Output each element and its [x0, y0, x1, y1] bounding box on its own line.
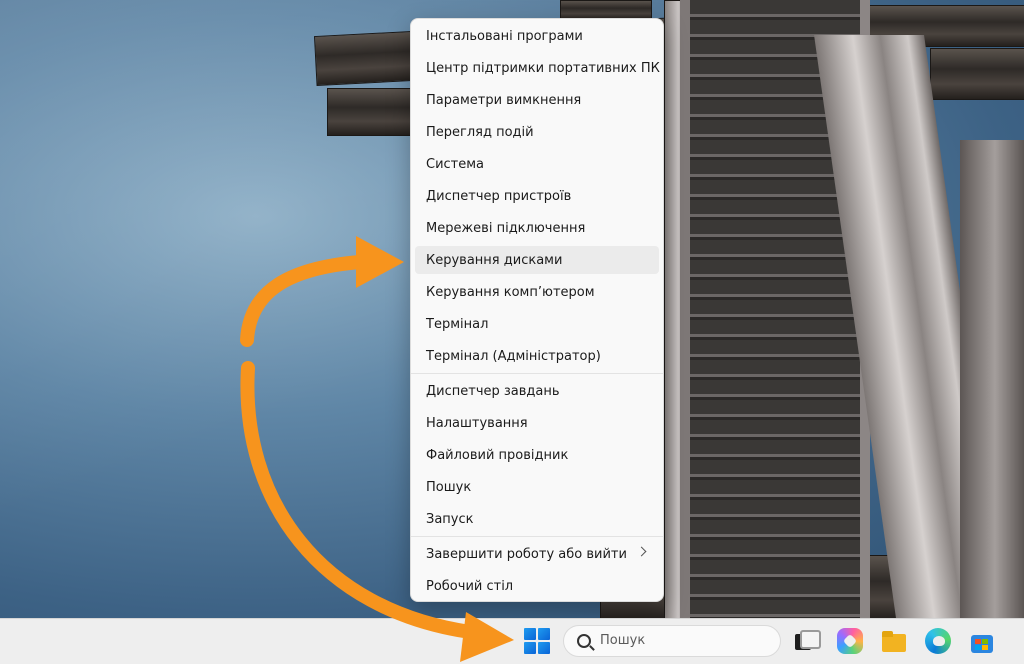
menu-item-event-viewer[interactable]: Перегляд подій: [415, 118, 659, 146]
menu-separator: [411, 373, 663, 374]
chevron-right-icon: [636, 546, 647, 557]
menu-item-terminal[interactable]: Термінал: [415, 310, 659, 338]
menu-item-network-connections[interactable]: Мережеві підключення: [415, 214, 659, 242]
menu-item-run[interactable]: Запуск: [415, 505, 659, 533]
copilot-icon[interactable]: [837, 628, 863, 654]
menu-separator: [411, 536, 663, 537]
menu-item-installed-apps[interactable]: Інстальовані програми: [415, 22, 659, 50]
task-view-icon[interactable]: [793, 628, 821, 654]
wallpaper-rail: [960, 140, 1024, 618]
menu-item-desktop[interactable]: Робочий стіл: [415, 572, 659, 600]
menu-item-system[interactable]: Система: [415, 150, 659, 178]
menu-item-settings[interactable]: Налаштування: [415, 409, 659, 437]
menu-item-file-explorer[interactable]: Файловий провідник: [415, 441, 659, 469]
wallpaper-plank: [327, 88, 419, 136]
edge-icon[interactable]: [925, 628, 951, 654]
menu-item-label: Завершити роботу або вийти: [426, 546, 627, 562]
search-placeholder: Пошук: [600, 633, 646, 648]
menu-item-task-manager[interactable]: Диспетчер завдань: [415, 377, 659, 405]
menu-item-disk-management[interactable]: Керування дисками: [415, 246, 659, 274]
taskbar-search-box[interactable]: Пошук: [563, 625, 781, 657]
menu-item-mobility-center[interactable]: Центр підтримки портативних ПК: [415, 54, 660, 82]
menu-item-power-options[interactable]: Параметри вимкнення: [415, 86, 659, 114]
taskbar: Пошук: [0, 618, 1024, 664]
windows-start-icon[interactable]: [524, 628, 550, 654]
menu-item-device-manager[interactable]: Диспетчер пристроїв: [415, 182, 659, 210]
store-icon[interactable]: [969, 628, 995, 654]
search-icon: [577, 634, 591, 648]
wallpaper-plank: [560, 0, 652, 20]
menu-item-shutdown-signout[interactable]: Завершити роботу або вийти: [415, 540, 659, 568]
menu-item-computer-management[interactable]: Керування комп’ютером: [415, 278, 659, 306]
file-explorer-icon[interactable]: [881, 628, 907, 654]
menu-item-search[interactable]: Пошук: [415, 473, 659, 501]
winx-context-menu: Інстальовані програми Центр підтримки по…: [410, 18, 664, 602]
wallpaper-plank: [930, 48, 1024, 100]
menu-item-terminal-admin[interactable]: Термінал (Адміністратор): [415, 342, 659, 370]
